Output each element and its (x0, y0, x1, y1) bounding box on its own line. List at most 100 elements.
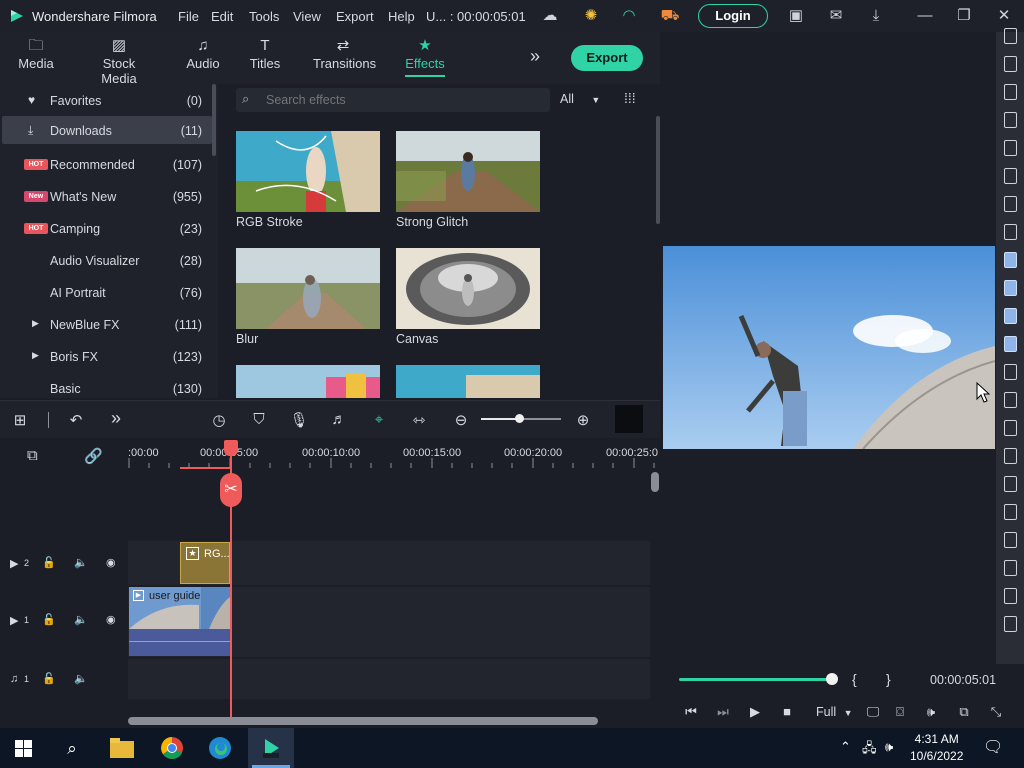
volume-icon[interactable]: 🕪 (885, 739, 893, 755)
effect-clip[interactable]: ★ RG... (180, 542, 230, 584)
chrome-icon[interactable] (160, 736, 184, 760)
search-input[interactable] (266, 91, 536, 109)
file-explorer-icon[interactable] (110, 738, 134, 758)
effect-thumbnail-strong-glitch[interactable] (396, 131, 540, 212)
undo-icon[interactable]: ↶ (66, 411, 86, 429)
fit-timeline-icon[interactable]: ⇿ (409, 411, 429, 429)
tray-chevron-up-icon[interactable]: ⌃ (840, 739, 851, 755)
side-checkbox[interactable] (1004, 504, 1017, 520)
marker-icon[interactable]: ⛉ (249, 411, 269, 428)
eye-icon[interactable]: ◉ (106, 613, 116, 626)
snapshot-icon[interactable]: ⌼ (891, 704, 909, 720)
sidebar-item-downloads[interactable]: ⤓ Downloads (11) (2, 116, 212, 144)
side-checkbox[interactable] (1004, 336, 1017, 352)
tab-titles[interactable]: T Titles (249, 36, 281, 71)
fullscreen-icon[interactable]: ⤡ (987, 704, 1005, 720)
grid-view-icon[interactable]: ⁞⁞⁞ (624, 90, 636, 106)
link-icon[interactable]: 🔗 (84, 447, 103, 465)
tab-transitions[interactable]: ⇄ Transitions (313, 36, 376, 71)
side-checkbox[interactable] (1004, 84, 1017, 100)
login-button[interactable]: Login (698, 4, 768, 28)
minimize-icon[interactable]: — (915, 6, 935, 26)
stop-icon[interactable]: ■ (778, 704, 796, 719)
side-checkbox[interactable] (1004, 224, 1017, 240)
menu-export[interactable]: Export (336, 9, 374, 24)
browser-scrollbar[interactable] (656, 116, 660, 224)
taskbar-filmora-button[interactable] (248, 728, 294, 768)
effect-thumbnail-partial[interactable] (396, 365, 540, 398)
more-tabs-icon[interactable]: » (530, 46, 540, 67)
pip-icon[interactable]: ⧉ (955, 704, 973, 720)
effect-thumbnail-canvas[interactable] (396, 248, 540, 329)
step-forward-icon[interactable]: ⏭ (714, 704, 732, 720)
tab-audio[interactable]: ♫ Audio (186, 36, 220, 71)
more-tools-icon[interactable]: » (106, 408, 126, 429)
effect-thumbnail-blur[interactable] (236, 248, 380, 329)
menu-edit[interactable]: Edit (211, 9, 233, 24)
side-checkbox[interactable] (1004, 196, 1017, 212)
search-icon[interactable]: ⌕ (59, 736, 85, 762)
speaker-icon[interactable]: 🔈 (74, 672, 88, 685)
search-box[interactable]: ⌕ (236, 88, 550, 112)
menu-help[interactable]: Help (388, 9, 415, 24)
lightbulb-icon[interactable]: ✺ (581, 6, 601, 26)
video-clip-audio-waveform[interactable] (129, 629, 230, 656)
export-button[interactable]: Export (571, 45, 643, 71)
lock-icon[interactable]: 🔓 (42, 613, 56, 626)
snap-icon[interactable]: ⌖ (369, 411, 389, 428)
close-icon[interactable]: ✕ (994, 6, 1014, 26)
side-checkbox[interactable] (1004, 448, 1017, 464)
zoom-out-icon[interactable]: ⊖ (451, 411, 471, 429)
side-checkbox[interactable] (1004, 56, 1017, 72)
lock-icon[interactable]: 🔓 (42, 556, 56, 569)
system-clock[interactable]: 4:31 AM 10/6/2022 (910, 731, 963, 765)
speed-icon[interactable]: ◷ (209, 411, 229, 429)
sidebar-item-newblue-fx[interactable]: ▶ NewBlue FX (111) (2, 310, 212, 338)
quality-dropdown[interactable]: Full ▼ (816, 705, 853, 719)
network-icon[interactable]: 🖧 (862, 739, 877, 761)
track-row-audio-1[interactable] (128, 659, 650, 699)
mark-out-icon[interactable]: } (886, 671, 891, 687)
notification-icon[interactable]: 🗨 (983, 737, 1003, 757)
headset-icon[interactable]: ◠ (619, 6, 639, 26)
layout-icon[interactable]: ⊞ (10, 411, 30, 429)
step-back-icon[interactable]: ⏮ (682, 704, 700, 720)
tab-effects[interactable]: ★ Effects (402, 36, 448, 77)
filter-dropdown[interactable]: All ▼ (560, 92, 600, 106)
side-checkbox[interactable] (1004, 588, 1017, 604)
sidebar-item-boris-fx[interactable]: ▶ Boris FX (123) (2, 342, 212, 370)
eye-icon[interactable]: ◉ (106, 556, 116, 569)
timeline-horizontal-scrollbar[interactable] (128, 717, 598, 725)
preview-progress-knob[interactable] (826, 673, 838, 685)
playhead-handle[interactable] (224, 440, 238, 456)
microphone-icon[interactable]: 🎙 (289, 411, 309, 429)
caret-right-icon[interactable]: ▶ (32, 350, 39, 361)
tab-stock-media[interactable]: ▨ Stock Media (84, 36, 154, 86)
tab-media[interactable]: 🗀 Media (18, 36, 54, 71)
side-checkbox[interactable] (1004, 112, 1017, 128)
cart-icon[interactable]: ⛟ (660, 6, 680, 26)
side-checkbox[interactable] (1004, 252, 1017, 268)
menu-tools[interactable]: Tools (249, 9, 279, 24)
side-checkbox[interactable] (1004, 168, 1017, 184)
cloud-icon[interactable]: ☁ (540, 6, 560, 26)
edge-icon[interactable] (208, 736, 232, 760)
sidebar-item-camping[interactable]: HOT Camping (23) (2, 214, 212, 242)
mail-icon[interactable]: ✉ (826, 6, 846, 26)
side-checkbox[interactable] (1004, 140, 1017, 156)
timeline-vertical-scrollbar[interactable] (651, 472, 659, 492)
preview-progress-bar[interactable] (679, 678, 833, 681)
display-settings-icon[interactable]: 🖵 (864, 704, 882, 720)
play-icon[interactable]: ▶ (746, 704, 764, 720)
add-track-icon[interactable]: ⧉ (27, 447, 38, 464)
menu-file[interactable]: File (178, 9, 199, 24)
effect-thumbnail-rgb-stroke[interactable] (236, 131, 380, 212)
speaker-icon[interactable]: 🔈 (74, 556, 88, 569)
side-checkbox[interactable] (1004, 308, 1017, 324)
caret-right-icon[interactable]: ▶ (32, 318, 39, 329)
side-checkbox[interactable] (1004, 560, 1017, 576)
lock-icon[interactable]: 🔓 (42, 672, 56, 685)
side-checkbox[interactable] (1004, 28, 1017, 44)
zoom-slider-knob[interactable] (515, 414, 524, 423)
side-checkbox[interactable] (1004, 476, 1017, 492)
